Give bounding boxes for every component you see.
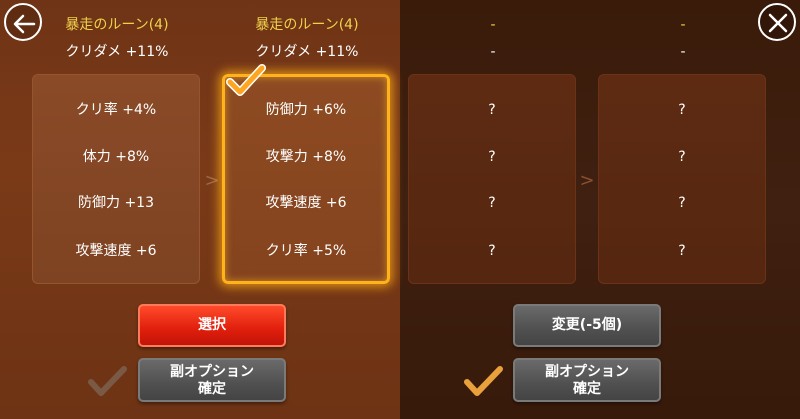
select-button[interactable]: 選択 — [138, 304, 286, 347]
left-rune-options-panel[interactable]: クリ率 +4% 体力 +8% 防御力 +13 攻撃速度 +6 — [32, 74, 200, 284]
substat-row: ? — [599, 191, 765, 215]
substat-row: ? — [409, 145, 575, 169]
confirm-suboption-left-button[interactable]: 副オプション 確定 — [138, 358, 286, 402]
left-rune-name: 暴走のルーン(4) — [65, 17, 169, 33]
substat-label: 防御力 +13 — [78, 195, 154, 211]
substat-label: 防御力 +6% — [265, 102, 347, 118]
selected-rune-main-stat: クリダメ +11% — [255, 44, 359, 60]
substat-label: クリ率 +5% — [265, 243, 347, 259]
right-rune-a-name: - — [490, 17, 496, 33]
right-rune-b-main-stat: - — [680, 44, 686, 60]
checkmark-icon[interactable] — [86, 364, 128, 400]
button-label-line1: 副オプション — [170, 364, 254, 380]
substat-label: クリ率 +4% — [75, 102, 157, 118]
substat-label: ? — [488, 243, 496, 259]
checkmark-icon — [226, 64, 266, 96]
substat-label: ? — [488, 149, 496, 165]
substat-row: ? — [409, 98, 575, 122]
substat-label: ? — [678, 149, 686, 165]
substat-row: 攻撃速度 +6 — [33, 239, 199, 263]
substat-label: 攻撃力 +8% — [265, 149, 347, 165]
right-rune-b-name: - — [680, 17, 686, 33]
right-rune-a-main-stat: - — [490, 44, 496, 60]
substat-label: 攻撃速度 +6 — [75, 243, 157, 259]
substat-label: 体力 +8% — [82, 149, 150, 165]
substat-row: 防御力 +13 — [33, 191, 199, 215]
substat-row: ? — [599, 98, 765, 122]
substat-row: ? — [599, 239, 765, 263]
button-label-line2: 確定 — [198, 381, 226, 397]
substat-row: 防御力 +6% — [225, 98, 387, 122]
right-rune-b-options-panel[interactable]: ? ? ? ? — [598, 74, 766, 284]
button-label-line2: 確定 — [573, 381, 601, 397]
substat-row: ? — [409, 239, 575, 263]
substat-row: ? — [409, 191, 575, 215]
substat-row: クリ率 +4% — [33, 98, 199, 122]
substat-row: クリ率 +5% — [225, 239, 387, 263]
change-button[interactable]: 変更(-5個) — [513, 304, 661, 347]
substat-label: ? — [488, 195, 496, 211]
substat-label: 攻撃速度 +6 — [265, 195, 347, 211]
arrow-right-icon: > — [579, 170, 595, 191]
arrow-right-icon: > — [204, 170, 220, 191]
substat-row: ? — [599, 145, 765, 169]
confirm-suboption-right-button[interactable]: 副オプション 確定 — [513, 358, 661, 402]
substat-label: ? — [678, 243, 686, 259]
substat-row: 攻撃力 +8% — [225, 145, 387, 169]
substat-label: ? — [678, 102, 686, 118]
right-rune-a-options-panel[interactable]: ? ? ? ? — [408, 74, 576, 284]
checkmark-icon[interactable] — [462, 364, 504, 400]
substat-row: 体力 +8% — [33, 145, 199, 169]
left-rune-main-stat: クリダメ +11% — [65, 44, 169, 60]
selected-rune-options-panel[interactable]: 防御力 +6% 攻撃力 +8% 攻撃速度 +6 クリ率 +5% — [222, 74, 390, 284]
substat-row: 攻撃速度 +6 — [225, 191, 387, 215]
button-label-line1: 副オプション — [545, 364, 629, 380]
substat-label: ? — [678, 195, 686, 211]
substat-label: ? — [488, 102, 496, 118]
selected-rune-name: 暴走のルーン(4) — [255, 17, 359, 33]
